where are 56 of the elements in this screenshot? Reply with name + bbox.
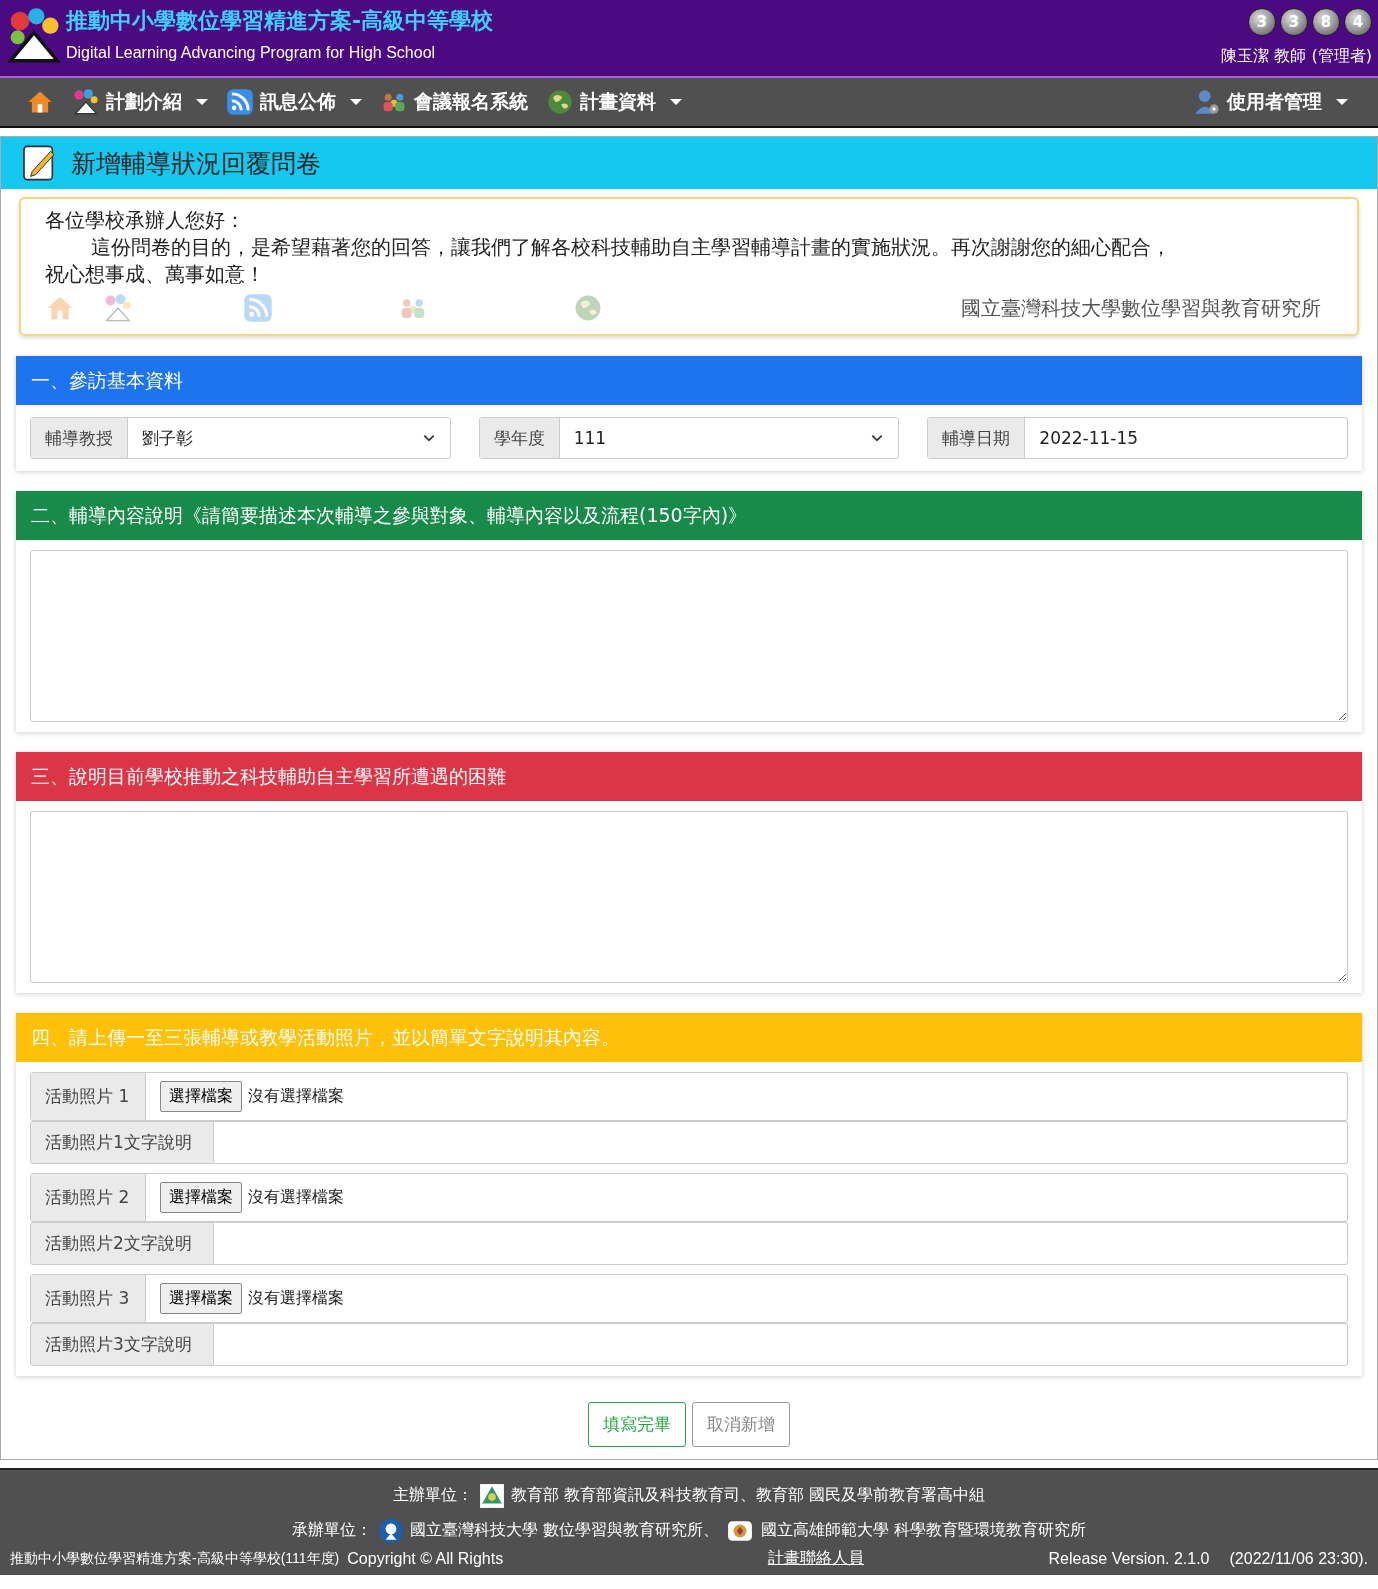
choose-file-button[interactable]: 選擇檔案 [160,1081,242,1112]
file-status: 沒有選擇檔案 [248,1288,344,1309]
field-label: 活動照片1文字說明 [30,1121,214,1164]
field-label: 活動照片2文字說明 [30,1222,214,1265]
section-header: 四、請上傳一至三張輔導或教學活動照片，並以簡單文字說明其內容。 [16,1013,1362,1062]
nav-menu-item[interactable]: 使用者管理 [1193,88,1348,116]
site-subtitle: Digital Learning Advancing Program for High School [66,44,437,62]
rss-icon [226,88,254,116]
nav-menu-item[interactable]: 會議報名系統 [380,88,528,116]
user-gear-icon [1193,88,1221,116]
counter-digit: 3 [1280,8,1308,36]
field-label: 活動照片 1 [31,1073,146,1120]
closing-text: 祝心想事成、萬事如意！ [45,261,266,288]
university-logo-icon [377,1517,404,1544]
file-status: 沒有選擇檔案 [248,1086,344,1107]
text-area[interactable] [30,550,1348,722]
cancel-button[interactable]: 取消新增 [692,1402,790,1447]
globe-icon [546,88,574,116]
caption-field[interactable] [214,1121,1348,1164]
nav-menu-item[interactable]: 計畫資料 [546,88,682,116]
emblem-icon [478,1482,505,1509]
rss-icon [243,293,273,323]
greeting-text: 各位學校承辦人您好： [45,207,246,234]
globe-icon [573,293,603,323]
host-label: 主辦單位： [392,1485,473,1506]
section-header: 二、輔導內容說明《請簡要描述本次輔導之參與對象、輔導內容以及流程(150字內)》 [16,491,1362,540]
text-area[interactable] [30,811,1348,983]
intro-paragraph: 這份問卷的目的，是希望藉著您的回答，讓我們了解各校科技輔助自主學習輔導計畫的實施狀況。再次謝謝您的細心配合， [90,234,1172,261]
nav-menu-item[interactable]: 訊息公佈 [226,88,362,116]
section-header: 一、參訪基本資料 [16,356,1362,405]
counter-digit: 3 [1248,8,1276,36]
contact-link[interactable]: 計畫聯絡人員 [767,1548,864,1569]
version-text: Release Version. 2.1.0 [1048,1549,1210,1568]
section-header: 三、說明目前學校推動之科技輔助自主學習所遭遇的困難 [16,752,1362,801]
field-label: 活動照片 3 [31,1275,146,1322]
rights-text: Copyright © All Rights [347,1549,504,1568]
nav-menu-item[interactable]: 計劃介紹 [72,88,208,116]
caption-field[interactable] [214,1323,1348,1366]
file-status: 沒有選擇檔案 [248,1187,344,1208]
counter-digit: 4 [1344,8,1372,36]
counter-digit: 8 [1312,8,1340,36]
signature-text: 國立臺灣科技大學數位學習與教育研究所 [961,294,1321,322]
field-label: 活動照片3文字說明 [30,1323,214,1366]
site-title: 推動中小學數位學習精進方案-高級中等學校 [66,7,494,35]
user-name: 陳玉潔 教師 (管理者) [1221,46,1372,67]
organizer-text: 國立臺灣科技大學 數位學習與教育研究所、 [409,1520,719,1541]
page-title: 新增輔導狀況回覆問卷 [71,147,321,180]
organizer-text: 國立高雄師範大學 科學教育暨環境教育研究所 [761,1520,1087,1541]
choose-file-button[interactable]: 選擇檔案 [160,1283,242,1314]
caption-field[interactable] [214,1222,1348,1265]
organizer-label: 承辦單位： [291,1520,372,1541]
copyright-text: 推動中小學數位學習精進方案-高級中等學校(111年度) [10,1549,340,1568]
field-label: 活動照片 2 [31,1174,146,1221]
choose-file-button[interactable]: 選擇檔案 [160,1182,242,1213]
release-date: (2022/11/06 23:30). [1229,1549,1368,1568]
host-text: 教育部 教育部資訊及科技教育司、教育部 國民及學前教育署高中組 [510,1485,986,1506]
